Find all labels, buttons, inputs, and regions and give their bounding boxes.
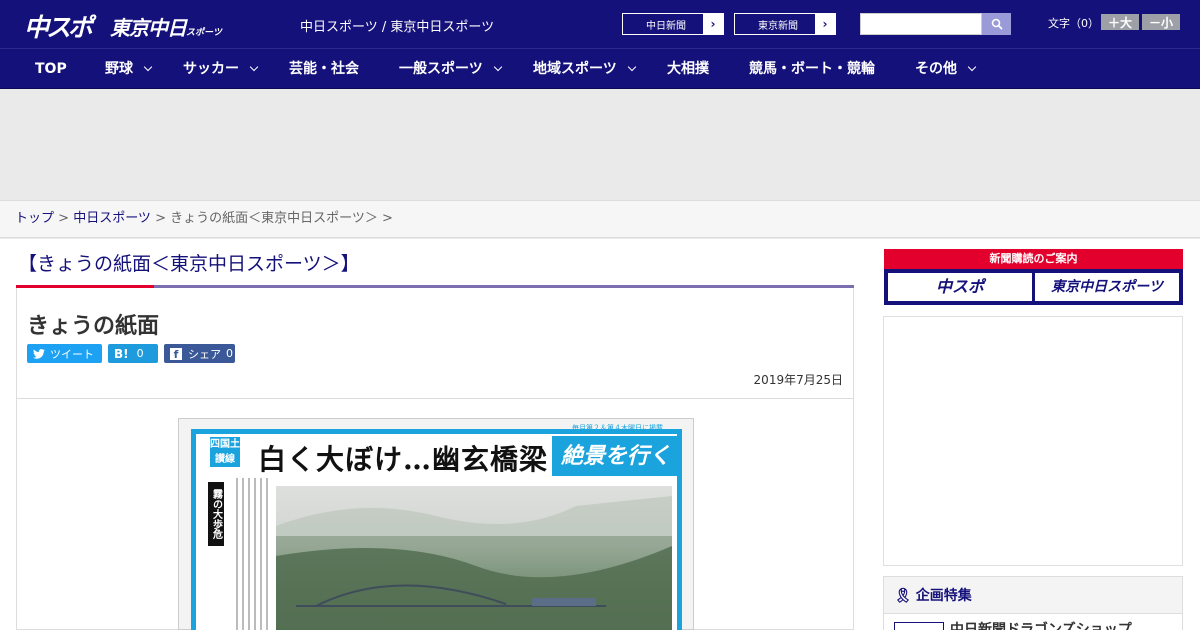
hatena-bookmark-button[interactable]: B! 0 [108,344,158,363]
breadcrumb-current: きょうの紙面＜東京中日スポーツ＞ [170,211,378,226]
chevron-down-icon [143,62,153,72]
feature-item[interactable]: 中日新聞ドラゴンズショップ [884,613,1182,630]
nav-item-entertainment[interactable]: 芸能・社会 [289,49,359,89]
font-larger-button[interactable]: ＋大 [1101,14,1139,30]
bridge-illustration [276,486,672,630]
twitter-icon [33,348,45,359]
paper-vertical-title: 霧の大歩危 [208,482,224,546]
main-nav: TOP 野球 サッカー 芸能・社会 一般スポーツ 地域スポーツ 大相撲 競馬・ボ… [0,48,1200,89]
breadcrumb-top-link[interactable]: トップ [15,211,54,226]
nav-item-soccer[interactable]: サッカー [183,49,259,89]
article-date: 2019年7月25日 [753,373,843,387]
chevron-right-icon: › [815,14,835,34]
search-button[interactable] [982,13,1011,35]
chevron-down-icon [249,62,259,72]
nav-item-other[interactable]: その他 [915,49,977,89]
section-title: 【きょうの紙面＜東京中日スポーツ＞】 [18,253,360,275]
tokyo-logo-small: スポーツ [186,28,222,38]
feature-heading: 🎗 企画特集 [894,585,972,605]
breadcrumb: トップ > 中日スポーツ > きょうの紙面＜東京中日スポーツ＞ > [0,200,1200,238]
paper-route-tag: 四国土讃線 [210,437,240,467]
bridge-photo [276,486,672,630]
ad-banner-area [0,89,1200,200]
hatena-icon: B! [114,346,129,361]
site-links[interactable]: 中日スポーツ / 東京中日スポーツ [300,16,494,35]
nav-label: TOP [35,61,67,77]
feature-heading-text: 企画特集 [915,588,972,604]
subscription-banner-title: 新聞購読のご案内 [884,249,1183,269]
font-smaller-button[interactable]: －小 [1142,14,1180,30]
nav-label: 地域スポーツ [533,61,617,77]
paper-text-columns [236,478,272,630]
chuspo-logo[interactable]: 中スポ [24,8,93,44]
breadcrumb-sep: > [54,211,74,226]
nav-item-sumo[interactable]: 大相撲 [667,49,709,89]
nav-label: 野球 [105,61,133,77]
newspaper-image[interactable]: 四国土讃線 白く大ぼけ…幽玄橋梁 毎月第２＆第４木曜日に掲載 絶景を行く 霧の大… [178,418,694,630]
site-header: 中スポ 東京中日スポーツ 中日スポーツ / 東京中日スポーツ 中日新聞 › 東京… [0,0,1200,48]
ribbon-icon: 🎗 [894,588,912,604]
nav-label: 大相撲 [667,61,709,77]
nav-item-top[interactable]: TOP [35,49,67,89]
chunichi-shinbun-label: 中日新聞 [646,20,686,32]
article-title: きょうの紙面 [27,314,160,339]
article-card: きょうの紙面 ツイート B! 0 f シェア 0 2019年7月25日 四国土讃… [16,288,854,630]
subscribe-chuspo-button[interactable]: 中スポ [888,273,1032,301]
facebook-share-button[interactable]: f シェア 0 [164,344,235,363]
nav-item-racing[interactable]: 競馬・ボート・競輪 [749,49,875,89]
subscribe-tokyo-button[interactable]: 東京中日スポーツ [1035,273,1179,301]
feature-item-title: 中日新聞ドラゴンズショップ [950,622,1132,630]
newspaper-page: 四国土讃線 白く大ぼけ…幽玄橋梁 毎月第２＆第４木曜日に掲載 絶景を行く 霧の大… [191,424,682,630]
facebook-icon: f [170,347,182,361]
chevron-right-icon: › [703,14,723,34]
feature-item-thumbnail [894,622,944,630]
chevron-down-icon [627,62,636,72]
tokyo-logo-text: 東京中日 [110,16,187,40]
chevron-down-icon [967,62,977,72]
nav-item-general-sports[interactable]: 一般スポーツ [399,49,502,89]
tweet-button[interactable]: ツイート [27,344,102,363]
breadcrumb-sep: > [377,211,393,226]
tokyo-shinbun-button[interactable]: 東京新聞 › [734,13,836,35]
nav-label: その他 [915,61,957,77]
nav-item-local-sports[interactable]: 地域スポーツ [533,49,636,89]
chevron-down-icon [493,62,502,72]
nav-label: 一般スポーツ [399,61,483,77]
tokyo-shinbun-label: 東京新聞 [758,20,798,32]
tokyo-chunichi-logo[interactable]: 東京中日スポーツ [110,12,222,41]
paper-schedule-note: 毎月第２＆第４木曜日に掲載 [572,424,663,432]
search-icon [991,18,1003,30]
nav-item-baseball[interactable]: 野球 [105,49,153,89]
search-input[interactable] [860,13,982,35]
facebook-share-label: シェア [188,347,221,361]
article-divider [17,398,853,399]
paper-series-banner: 絶景を行く [552,436,680,476]
nav-label: 芸能・社会 [289,61,359,77]
feature-box: 🎗 企画特集 中日新聞ドラゴンズショップ [883,576,1183,630]
facebook-share-count: 0 [226,347,233,360]
nav-label: サッカー [183,61,239,77]
site-search [860,13,1011,35]
paper-headline: 白く大ぼけ…幽玄橋梁 [258,443,549,476]
font-size-label: 文字（0） [1048,17,1099,30]
chunichi-shinbun-button[interactable]: 中日新聞 › [622,13,724,35]
nav-label: 競馬・ボート・競輪 [749,61,875,77]
breadcrumb-sep: > [150,211,171,226]
subscription-banner[interactable]: 新聞購読のご案内 中スポ 東京中日スポーツ [884,249,1183,305]
hatena-count: 0 [136,347,144,360]
breadcrumb-chunichi-link[interactable]: 中日スポーツ [73,211,151,226]
sidebar-ad [883,316,1183,566]
tweet-label: ツイート [50,347,94,361]
